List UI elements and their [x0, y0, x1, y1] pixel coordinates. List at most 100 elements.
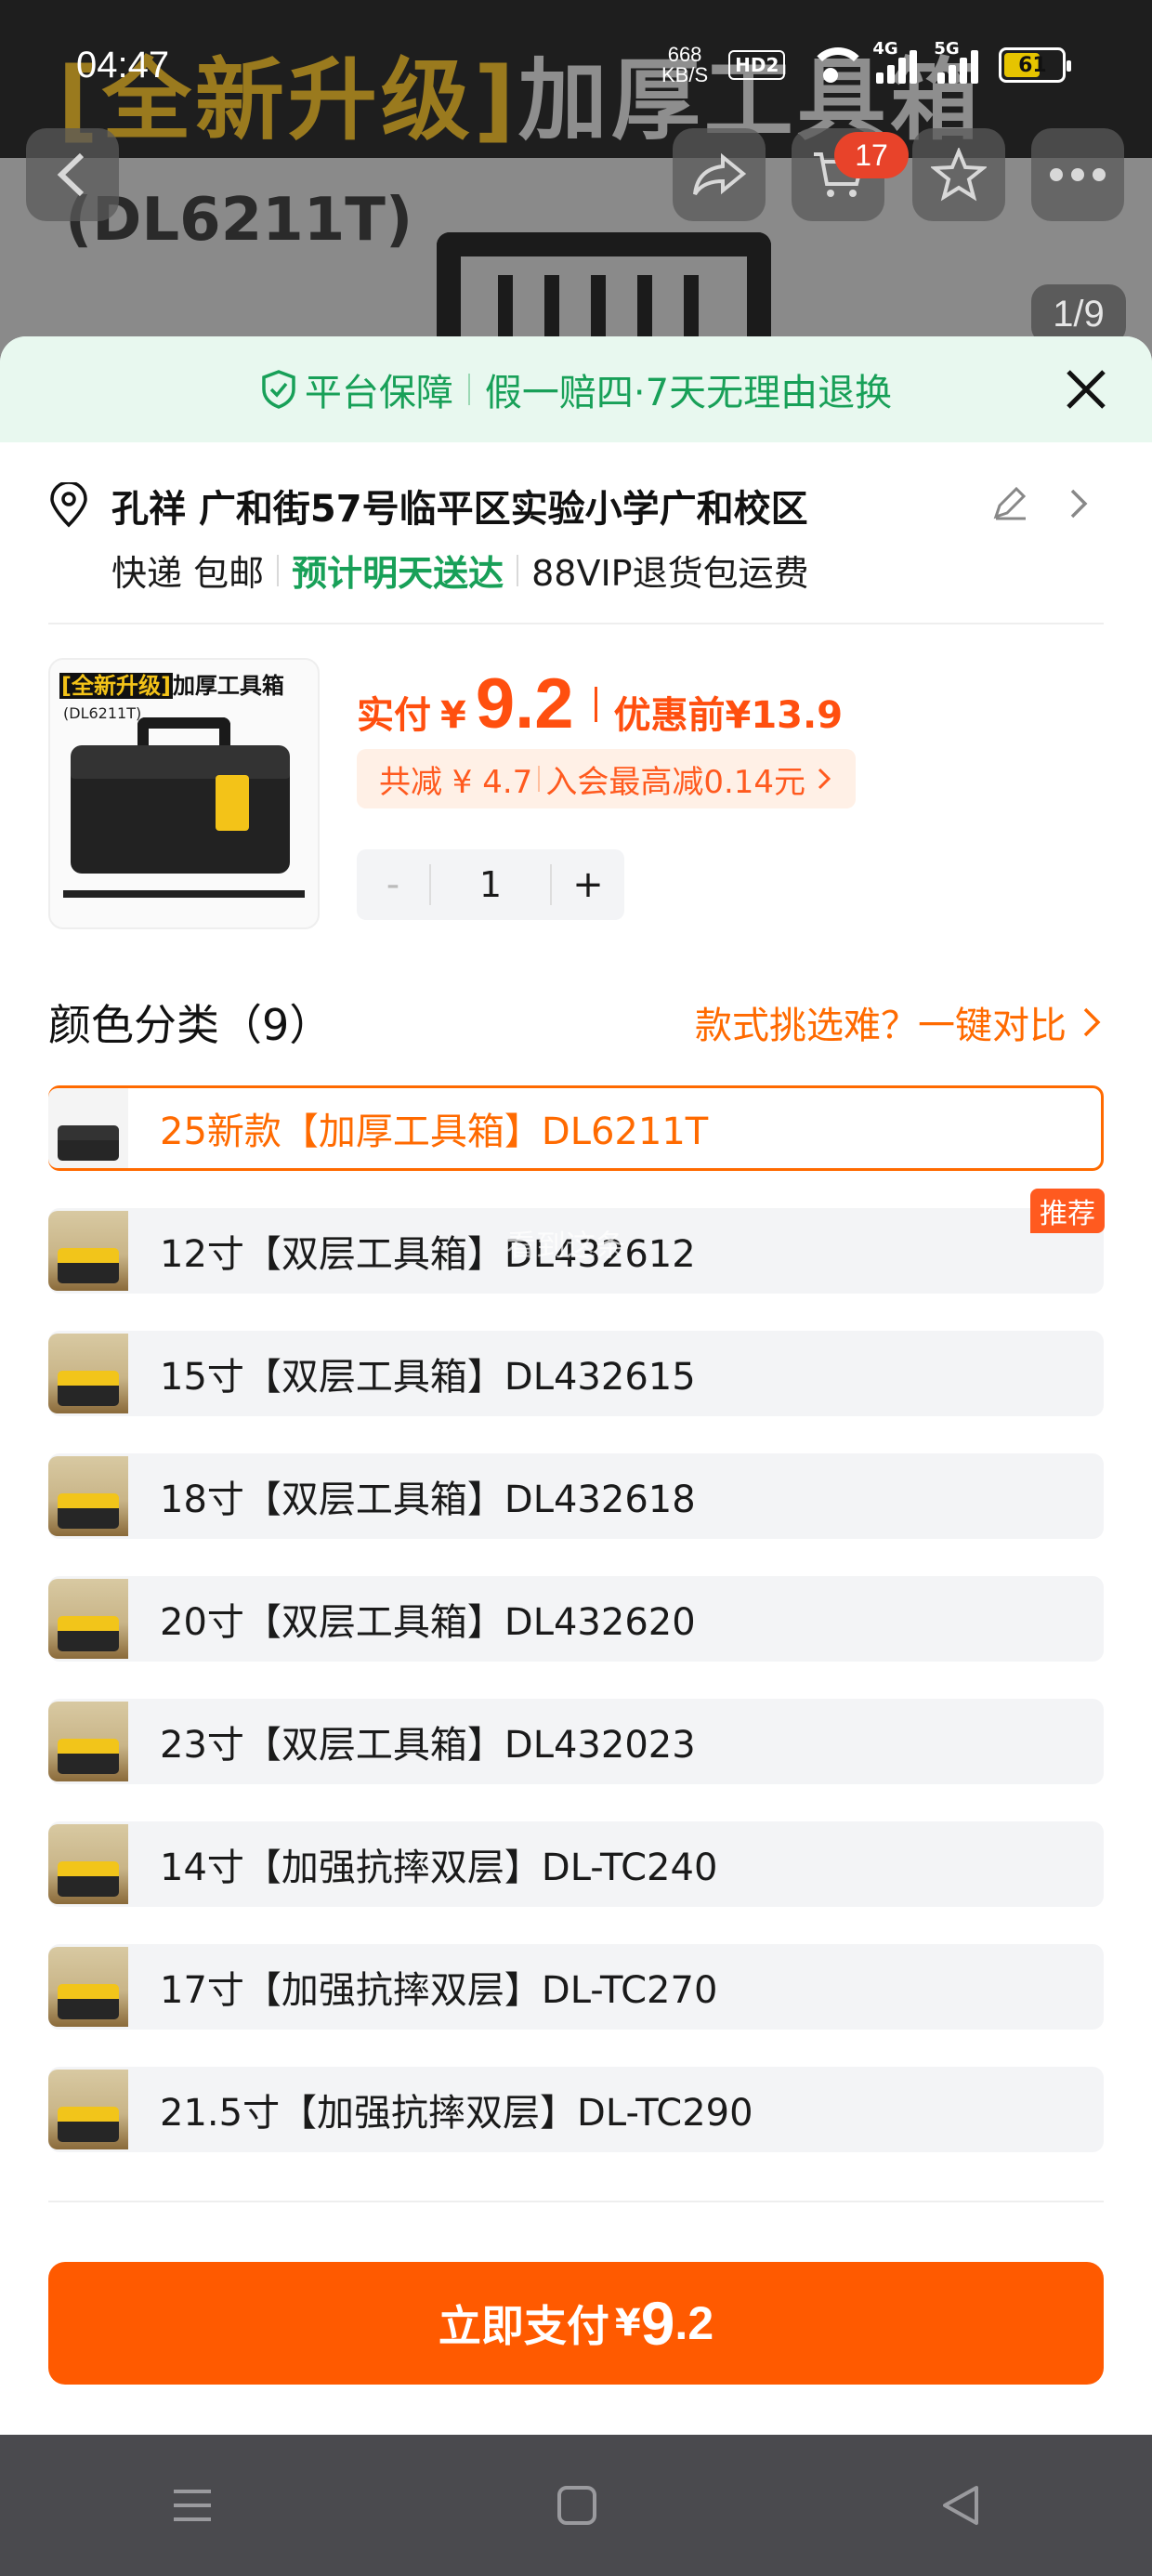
variant-label: 12寸【双层工具箱】DL432612: [160, 1233, 696, 1276]
pay-amount-dec: .2: [674, 2297, 714, 2349]
variant-thumbnail: [48, 1088, 128, 1168]
variant-label: 15寸【双层工具箱】DL432615: [160, 1356, 696, 1399]
decrement-button[interactable]: -: [357, 863, 429, 906]
variant-label: 20寸【双层工具箱】DL432620: [160, 1601, 696, 1644]
variant-label: 17寸【加强抗摔双层】DL-TC270: [160, 1969, 718, 2012]
wifi-icon: [805, 47, 869, 83]
home-icon[interactable]: [556, 2484, 598, 2527]
spec-table: [63, 890, 305, 920]
system-navigation-bar: [0, 2435, 1152, 2576]
variant-thumbnail: [48, 1947, 128, 2027]
chevron-right-icon: [818, 768, 831, 790]
paid-label: 实付: [357, 694, 431, 737]
price-row: 实付 ¥ 9.2 优惠前 ¥13.9: [357, 664, 843, 744]
pay-amount-int: 9: [640, 2289, 675, 2358]
currency-symbol: ¥: [440, 694, 466, 737]
variant-thumbnail: [48, 1579, 128, 1659]
edit-icon[interactable]: [988, 483, 1029, 524]
chevron-right-icon: [1083, 1007, 1101, 1037]
favorite-button[interactable]: [912, 128, 1005, 221]
pay-label: 立即支付: [438, 2301, 609, 2351]
guarantee-platform: 平台保障: [304, 372, 453, 414]
close-icon: [1067, 370, 1106, 409]
back-button[interactable]: [26, 128, 119, 221]
increment-button[interactable]: +: [552, 863, 624, 906]
toolbox-latch: [216, 775, 249, 831]
before-discount-amount: ¥13.9: [725, 694, 844, 737]
variant-list: 25新款【加厚工具箱】DL6211T 12寸【双层工具箱】DL432612 推荐 看到…: [48, 1085, 1105, 2189]
net-speed: 668 KB/S: [661, 43, 709, 86]
divider: [538, 766, 541, 792]
hd-icon: HD2: [728, 50, 786, 80]
image-page-indicator: 1/9: [1031, 284, 1126, 344]
return-shipping-note: 88VIP退货包运费: [531, 553, 809, 594]
pay-currency: ¥: [614, 2302, 641, 2345]
divider: [48, 623, 1104, 624]
clock: 04:47: [76, 45, 170, 85]
address-text: 孔祥 广和街57号临平区实验小学广和校区: [111, 488, 808, 531]
variant-section-title: 颜色分类（9）: [48, 1000, 333, 1050]
variant-label: 23寸【双层工具箱】DL432023: [160, 1724, 696, 1767]
thumb-model: (DL6211T): [63, 704, 142, 722]
purchase-sheet: 平台保障 假一赔四·7天无理由退换 孔祥 广和街57号临平区实验小学广和校区 快…: [0, 336, 1152, 2435]
member-discount-note: 入会最高减0.14元: [545, 763, 806, 801]
variant-option[interactable]: 20寸【双层工具箱】DL432620: [48, 1576, 1104, 1662]
variant-option[interactable]: 14寸【加强抗摔双层】DL-TC240: [48, 1821, 1104, 1907]
address-row[interactable]: 孔祥 广和街57号临平区实验小学广和校区: [48, 478, 1104, 533]
toolbox-lid: [71, 745, 290, 779]
paid-amount: 9.2: [475, 664, 574, 743]
chevron-left-icon: [57, 152, 85, 197]
close-button[interactable]: [1059, 362, 1113, 416]
variant-thumbnail: [48, 1824, 128, 1904]
divider: [467, 374, 470, 405]
shipping-method: 快递 包邮: [111, 553, 265, 594]
variant-option[interactable]: 25新款【加厚工具箱】DL6211T: [48, 1085, 1104, 1171]
thumb-title: [全新升级]加厚工具箱: [59, 673, 284, 699]
shield-check-icon: [262, 370, 295, 409]
share-icon: [693, 152, 747, 196]
back-triangle-icon[interactable]: [939, 2484, 982, 2527]
variant-option[interactable]: 15寸【双层工具箱】DL432615: [48, 1331, 1104, 1416]
discount-total: 共减 ¥ 4.7: [379, 763, 533, 801]
signal-5g-icon: 5G: [934, 39, 979, 84]
variant-option[interactable]: 12寸【双层工具箱】DL432612 推荐 看到这条: [48, 1189, 1105, 1294]
cart-count-badge: 17: [834, 132, 909, 178]
divider: [277, 554, 280, 586]
quantity-stepper[interactable]: - 1 +: [357, 849, 624, 920]
variant-thumbnail: [48, 1334, 128, 1413]
signal-4g-icon: 4G: [872, 39, 918, 84]
variant-option[interactable]: 17寸【加强抗摔双层】DL-TC270: [48, 1944, 1104, 2030]
menu-icon[interactable]: [170, 2486, 215, 2525]
star-icon: [931, 148, 987, 202]
quantity-value[interactable]: 1: [429, 864, 552, 905]
variant-option[interactable]: 18寸【双层工具箱】DL432618: [48, 1453, 1104, 1539]
divider: [48, 2201, 1104, 2202]
divider: [594, 686, 597, 722]
status-icons: 668 KB/S HD2 4G 5G 61: [661, 39, 1072, 86]
shipping-info: 快递 包邮 预计明天送达 88VIP退货包运费: [111, 545, 809, 596]
chevron-right-icon: [1070, 489, 1088, 519]
variant-label: 14寸【加强抗摔双层】DL-TC240: [160, 1847, 718, 1889]
variant-label: 21.5寸【加强抗摔双层】DL-TC290: [160, 2092, 753, 2135]
variant-thumbnail: [48, 1702, 128, 1781]
delivery-estimate: 预计明天送达: [292, 553, 504, 594]
location-pin-icon: [50, 482, 87, 528]
recommend-badge: 推荐: [1030, 1189, 1105, 1233]
guarantee-policy: 假一赔四·7天无理由退换: [484, 372, 893, 414]
more-button[interactable]: [1031, 128, 1124, 221]
guarantee-banner: 平台保障 假一赔四·7天无理由退换: [0, 336, 1152, 442]
variant-label: 25新款【加厚工具箱】DL6211T: [160, 1111, 709, 1153]
divider: [517, 554, 519, 586]
status-bar: 04:47 668 KB/S HD2 4G 5G 61: [0, 0, 1152, 85]
variant-option[interactable]: 23寸【双层工具箱】DL432023: [48, 1699, 1104, 1784]
pay-now-button[interactable]: 立即支付 ¥ 9 .2: [48, 2262, 1104, 2385]
toolbox-body: [71, 762, 290, 874]
share-button[interactable]: [673, 128, 766, 221]
compare-link[interactable]: 款式挑选难？一键对比: [695, 995, 1104, 1049]
variant-label: 18寸【双层工具箱】DL432618: [160, 1479, 696, 1521]
variant-thumbnail: [48, 1211, 128, 1291]
more-dots-icon: [1050, 168, 1106, 181]
variant-option[interactable]: 21.5寸【加强抗摔双层】DL-TC290: [48, 2067, 1104, 2152]
product-thumbnail[interactable]: [全新升级]加厚工具箱 (DL6211T): [48, 658, 320, 929]
discount-detail-button[interactable]: 共减 ¥ 4.7 入会最高减0.14元: [357, 749, 857, 808]
